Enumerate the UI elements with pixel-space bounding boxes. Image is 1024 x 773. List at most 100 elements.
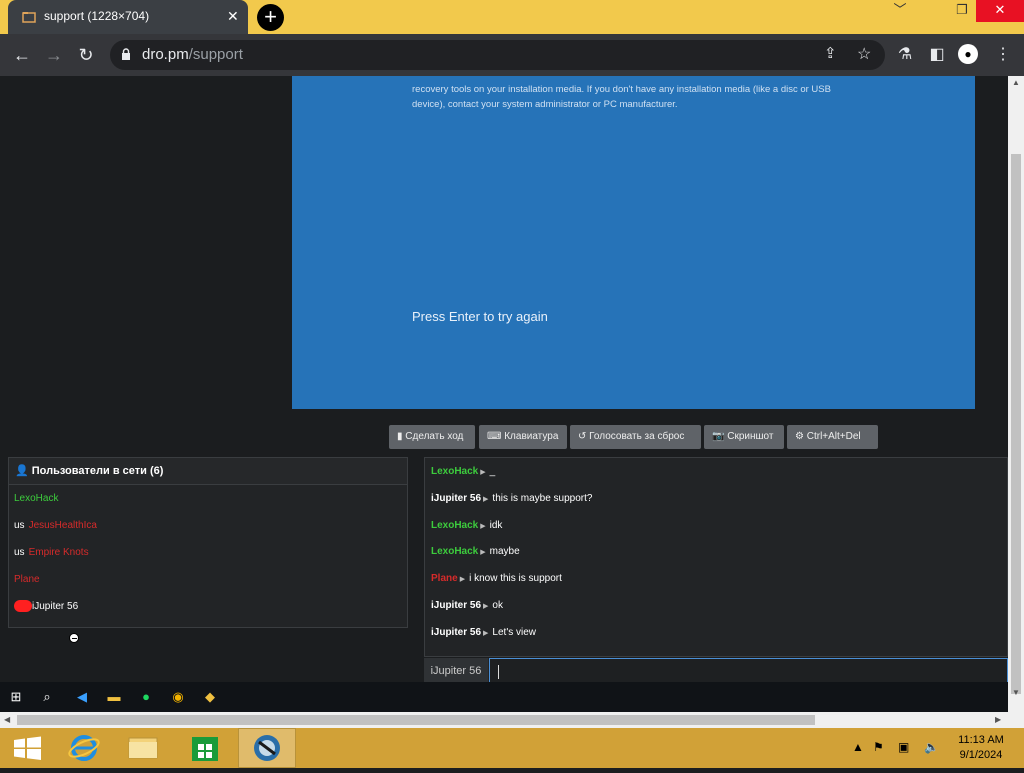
extensions-icon[interactable]: ⚗	[894, 44, 916, 66]
chat-text: ok	[492, 599, 503, 611]
user-flag: us	[14, 520, 25, 531]
window-close-button[interactable]: ✕	[976, 0, 1024, 22]
user-row[interactable]: iJupiter 56	[9, 593, 407, 620]
chat-text: _	[489, 466, 496, 477]
windows-logo-icon	[14, 736, 41, 760]
scroll-down-arrow-icon[interactable]: ▼	[1012, 688, 1020, 697]
bookmark-star-icon[interactable]: ☆	[857, 44, 871, 64]
user-row[interactable]: us Empire Knots	[9, 539, 407, 566]
chat-author[interactable]: LexoHack	[431, 546, 478, 557]
screenshot-button[interactable]: 📷 Скриншот	[704, 425, 784, 449]
action-center-flag-icon[interactable]: ⚑	[873, 740, 884, 754]
share-icon[interactable]: ⇪	[824, 44, 837, 62]
clock-date: 9/1/2024	[959, 749, 1003, 761]
chrome-icon[interactable]: ◉	[170, 689, 186, 705]
url-path: /support	[188, 46, 243, 63]
side-panel-icon[interactable]: ◧	[926, 44, 948, 66]
play-arrow-icon: ▶	[483, 629, 489, 637]
volume-muted-icon[interactable]: 🔈	[924, 740, 939, 754]
url-text: dro.pm/support	[142, 46, 243, 63]
minimize-button[interactable]: ﹀	[880, 0, 920, 22]
remote-viewer-taskbar-icon[interactable]	[238, 728, 296, 768]
vertical-scroll-thumb[interactable]	[1011, 154, 1021, 694]
app-diamond-icon[interactable]: ◆	[202, 689, 218, 705]
keyboard-label: Клавиатура	[504, 431, 559, 442]
browser-tab-strip: support (1228×704) ✕ + ﹀ ❐ ✕	[0, 0, 1024, 34]
chat-text: maybe	[489, 546, 520, 558]
keyboard-icon: ⌨	[487, 431, 502, 442]
tray-overflow-icon[interactable]: ▲	[852, 740, 864, 754]
play-arrow-icon: ▶	[459, 576, 466, 584]
horizontal-scroll-thumb[interactable]	[17, 715, 815, 725]
chat-input[interactable]	[489, 658, 1008, 685]
new-tab-button[interactable]: +	[257, 4, 284, 31]
profile-avatar-icon[interactable]: ●	[958, 44, 978, 64]
play-arrow-icon: ▶	[483, 495, 489, 503]
chat-author[interactable]: Plane	[431, 573, 458, 584]
chat-username-label: iJupiter 56	[424, 658, 488, 685]
text-caret	[498, 665, 499, 679]
vertical-scrollbar[interactable]: ▲ ▼	[1008, 76, 1024, 712]
page-viewport: recovery tools on your installation medi…	[0, 76, 1008, 712]
store-icon[interactable]	[177, 728, 233, 768]
user-name: Empire Knots	[28, 547, 89, 558]
user-row[interactable]: Plane	[9, 566, 407, 593]
user-row[interactable]: us JesusHealthIca	[9, 512, 407, 539]
forward-arrow-icon[interactable]: →	[42, 43, 66, 67]
browser-toolbar: ← → ↻ dro.pm/support ⇪ ☆ ⚗ ◧ ● ⋮	[0, 34, 1024, 76]
scroll-left-arrow-icon[interactable]: ◀	[4, 715, 10, 724]
play-arrow-icon: ▶	[480, 469, 486, 476]
system-clock[interactable]: 11:13 AM 9/1/2024	[946, 733, 1016, 763]
chat-message: iJupiter 56 ▶ ok	[425, 592, 1007, 619]
file-explorer-taskbar-icon[interactable]	[115, 728, 171, 768]
horizontal-scrollbar[interactable]: ◀ ▶	[0, 712, 1024, 728]
internet-explorer-icon[interactable]	[56, 728, 112, 768]
address-bar[interactable]: dro.pm/support ⇪ ☆	[110, 40, 885, 70]
windows-start-button[interactable]	[0, 728, 56, 768]
reload-icon[interactable]: ↻	[74, 43, 98, 67]
tab-title: support (1228×704)	[44, 9, 150, 23]
menu-kebab-icon[interactable]: ⋮	[992, 44, 1014, 66]
chat-author[interactable]: LexoHack	[431, 466, 478, 477]
network-icon[interactable]: ▣	[898, 740, 909, 754]
chat-message: iJupiter 56 ▶ Let's view	[425, 619, 1007, 646]
chat-author[interactable]: LexoHack	[431, 520, 478, 531]
windows-start-icon[interactable]: ⊞	[8, 689, 24, 705]
vote-reset-button[interactable]: ↺ Голосовать за сброс	[570, 425, 701, 449]
url-host: dro.pm	[142, 46, 189, 63]
lock-icon	[122, 48, 130, 60]
gear-icon: ⚙	[795, 431, 804, 442]
remote-vm-screen[interactable]: recovery tools on your installation medi…	[292, 76, 975, 409]
chat-author[interactable]: iJupiter 56	[431, 600, 481, 611]
search-icon[interactable]: ⌕	[39, 689, 55, 705]
user-icon: 👤	[15, 465, 29, 477]
windows-taskbar: ▲ ⚑ ▣ 🔈 11:13 AM 9/1/2024	[0, 728, 1024, 768]
mouse-cursor-icon	[69, 633, 79, 643]
chat-message: LexoHack ▶ maybe	[425, 538, 1007, 565]
page-favicon-icon	[22, 12, 36, 23]
back-arrow-icon[interactable]: ←	[10, 43, 34, 67]
chat-message: LexoHack ▶ idk	[425, 512, 1007, 539]
take-turn-button[interactable]: ▮ Сделать ход	[389, 425, 475, 449]
keyboard-button[interactable]: ⌨ Клавиатура	[479, 425, 567, 449]
user-row[interactable]: LexoHack	[9, 485, 407, 512]
browser-tab[interactable]: support (1228×704) ✕	[8, 0, 248, 34]
file-explorer-icon[interactable]: ▬	[106, 689, 122, 705]
screenshot-label: Скриншот	[727, 431, 774, 442]
vscode-icon[interactable]: ◀	[74, 689, 90, 705]
chat-text: Let's view	[492, 626, 537, 638]
scroll-right-arrow-icon[interactable]: ▶	[995, 715, 1001, 724]
play-arrow-icon: ▶	[480, 522, 486, 530]
online-users-title: Пользователи в сети (6)	[31, 465, 164, 477]
vote-reset-label: Голосовать за сброс	[589, 431, 685, 442]
tab-close-icon[interactable]: ✕	[227, 8, 239, 25]
chat-author[interactable]: iJupiter 56	[431, 627, 481, 638]
chat-log: LexoHack ▶ _ iJupiter 56 ▶ this is maybe sup…	[424, 457, 1008, 657]
chat-author[interactable]: iJupiter 56	[431, 493, 481, 504]
spotify-icon[interactable]: ●	[138, 689, 154, 705]
online-users-header: 👤 Пользователи в сети (6)	[9, 458, 407, 485]
chat-text: i know this is support	[469, 573, 562, 585]
turn-icon: ▮	[397, 431, 403, 442]
ctrl-alt-del-button[interactable]: ⚙ Ctrl+Alt+Del	[787, 425, 878, 449]
scroll-up-arrow-icon[interactable]: ▲	[1012, 78, 1020, 87]
